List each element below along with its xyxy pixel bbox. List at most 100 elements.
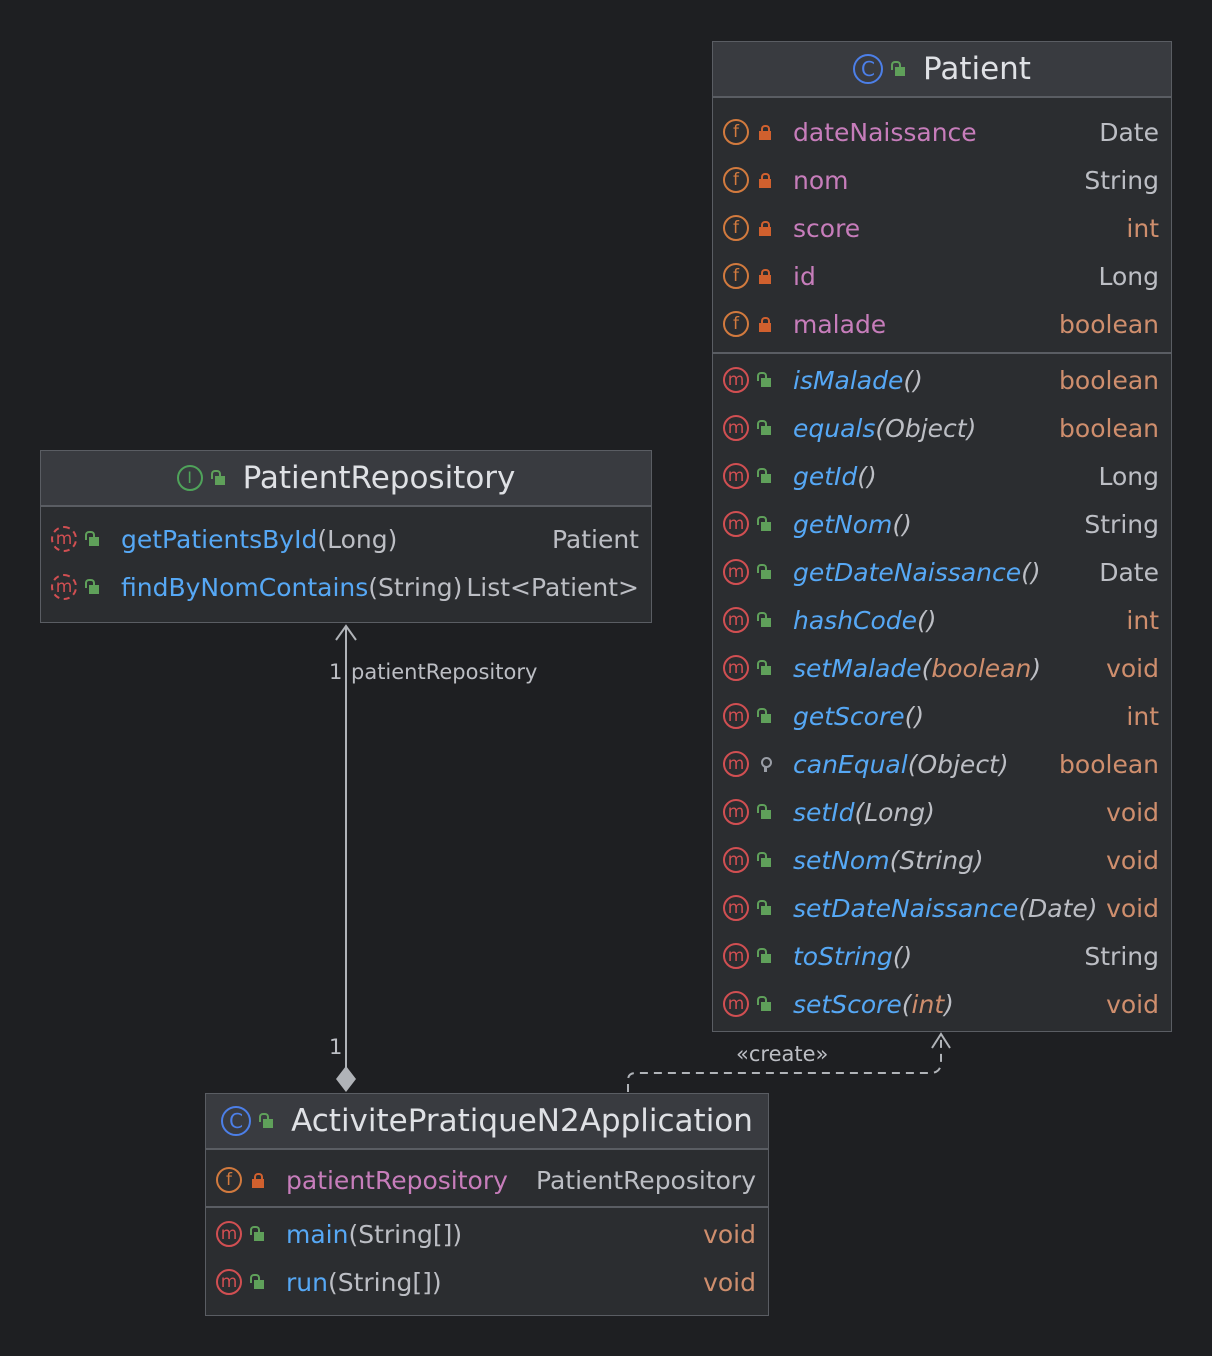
member-signature: main(String[]) (286, 1220, 703, 1249)
composition-role-label: patientRepository (351, 660, 538, 684)
method-icon: m (51, 574, 77, 600)
method-name: getPatientsById (121, 524, 318, 554)
method-row[interactable]: m setMalade(boolean) void (713, 644, 1171, 692)
field-icon: f (723, 119, 749, 145)
member-icons: m (51, 574, 121, 600)
method-name: getNom (793, 509, 893, 539)
member-signature: dateNaissance (793, 118, 1099, 147)
member-icons: f (723, 263, 793, 289)
method-return-type: boolean (1059, 413, 1159, 443)
member-icons: f (216, 1167, 286, 1193)
member-signature: setDateNaissance(Date) (793, 894, 1106, 923)
method-row[interactable]: m main(String[]) void (206, 1210, 768, 1258)
member-icons: f (723, 215, 793, 241)
composition-target-multiplicity: 1 (329, 660, 343, 684)
method-row[interactable]: m canEqual(Object) boolean (713, 740, 1171, 788)
field-icon: f (723, 263, 749, 289)
class-application-header[interactable]: C ActivitePratiqueN2Application (206, 1094, 768, 1150)
method-row[interactable]: m hashCode() int (713, 596, 1171, 644)
method-return-type: void (1106, 797, 1159, 827)
member-signature: findByNomContains(String) (121, 573, 466, 602)
method-icon: m (723, 703, 749, 729)
private-visibility-icon (757, 172, 773, 188)
member-signature: getDateNaissance() (793, 558, 1099, 587)
method-row[interactable]: m findByNomContains(String) List<Patient> (41, 563, 651, 611)
method-row[interactable]: m getNom() String (713, 500, 1171, 548)
method-icon: m (723, 655, 749, 681)
method-params: (String) (889, 845, 984, 875)
method-row[interactable]: m getPatientsById(Long) Patient (41, 515, 651, 563)
field-row[interactable]: f malade boolean (713, 300, 1171, 348)
method-row[interactable]: m getDateNaissance() Date (713, 548, 1171, 596)
method-name: equals (793, 413, 876, 443)
method-params: (String) (368, 572, 463, 602)
member-signature: setId(Long) (793, 798, 1106, 827)
composition-diamond (336, 1066, 356, 1092)
member-icons: m (723, 607, 793, 633)
public-visibility-icon (891, 61, 907, 77)
public-visibility-icon (757, 372, 773, 388)
method-row[interactable]: m getId() Long (713, 452, 1171, 500)
member-signature: nom (793, 166, 1084, 195)
member-icons: m (723, 799, 793, 825)
method-return-type: String (1084, 941, 1159, 971)
field-row[interactable]: f dateNaissance Date (713, 108, 1171, 156)
method-row[interactable]: m equals(Object) boolean (713, 404, 1171, 452)
public-visibility-icon (757, 852, 773, 868)
private-visibility-icon (757, 220, 773, 236)
class-patient[interactable]: C Patient f dateNaissance Date f nom String f s… (712, 41, 1172, 1032)
method-params: (int) (901, 989, 954, 1019)
member-signature: score (793, 214, 1126, 243)
method-return-type: boolean (1059, 365, 1159, 395)
member-icons: m (723, 463, 793, 489)
public-visibility-icon (250, 1226, 266, 1242)
method-row[interactable]: m toString() String (713, 932, 1171, 980)
field-row[interactable]: f nom String (713, 156, 1171, 204)
method-row[interactable]: m getScore() int (713, 692, 1171, 740)
method-row[interactable]: m setScore(int) void (713, 980, 1171, 1028)
field-name: id (793, 261, 816, 291)
member-icons: f (723, 311, 793, 337)
field-row[interactable]: f score int (713, 204, 1171, 252)
class-application[interactable]: C ActivitePratiqueN2Application f patient… (205, 1093, 769, 1316)
method-params: (Date) (1018, 893, 1098, 923)
class-patient-header[interactable]: C Patient (713, 42, 1171, 98)
class-patient-repository[interactable]: I PatientRepository m getPatientsById(Lon… (40, 450, 652, 623)
composition-source-multiplicity: 1 (329, 1035, 343, 1059)
member-icons: m (723, 991, 793, 1017)
method-icon: m (723, 751, 749, 777)
interface-icon: I (176, 465, 203, 491)
class-patient-repository-title: PatientRepository (242, 460, 516, 496)
member-icons: m (51, 526, 121, 552)
field-row[interactable]: f patientRepository PatientRepository (206, 1156, 768, 1204)
member-icons: m (723, 559, 793, 585)
public-visibility-icon (757, 900, 773, 916)
method-return-type: int (1126, 701, 1159, 731)
member-signature: run(String[]) (286, 1268, 703, 1297)
method-params: () (1021, 557, 1041, 587)
member-icons: f (723, 167, 793, 193)
method-icon: m (723, 463, 749, 489)
member-icons: m (723, 511, 793, 537)
method-name: canEqual (793, 749, 908, 779)
method-name: getId (793, 461, 858, 491)
field-type: Date (1099, 117, 1159, 147)
member-icons: m (723, 655, 793, 681)
public-visibility-icon (757, 948, 773, 964)
public-visibility-icon (757, 660, 773, 676)
member-signature: isMalade() (793, 366, 1059, 395)
method-return-type: void (1106, 653, 1159, 683)
method-row[interactable]: m setDateNaissance(Date) void (713, 884, 1171, 932)
method-row[interactable]: m setNom(String) void (713, 836, 1171, 884)
method-params: () (857, 461, 877, 491)
member-signature: malade (793, 310, 1059, 339)
method-icon: m (723, 847, 749, 873)
field-row[interactable]: f id Long (713, 252, 1171, 300)
method-row[interactable]: m run(String[]) void (206, 1258, 768, 1306)
method-row[interactable]: m setId(Long) void (713, 788, 1171, 836)
field-name: dateNaissance (793, 117, 977, 147)
member-signature: toString() (793, 942, 1084, 971)
class-patient-methods: m isMalade() boolean m equals(Object) boolean… (713, 354, 1171, 1028)
class-patient-repository-header[interactable]: I PatientRepository (41, 451, 651, 507)
method-row[interactable]: m isMalade() boolean (713, 356, 1171, 404)
